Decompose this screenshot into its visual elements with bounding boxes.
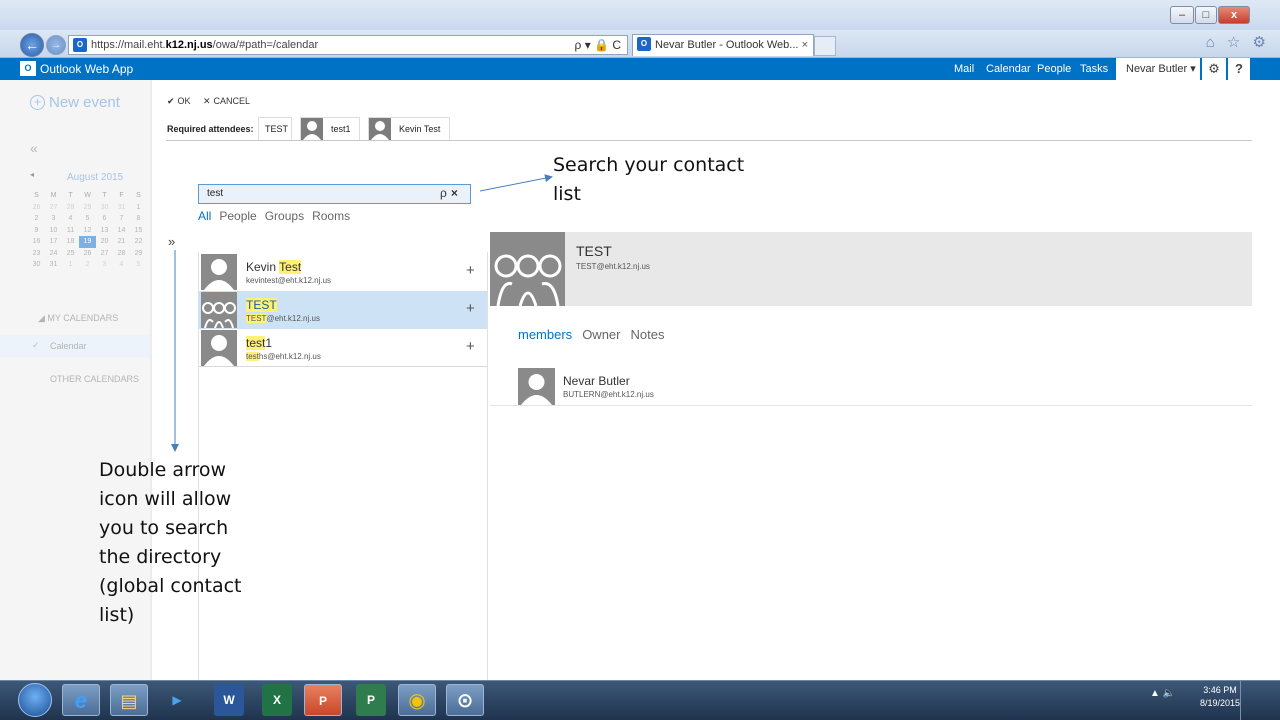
excel-icon[interactable]: X bbox=[262, 684, 292, 716]
powerpoint-icon[interactable]: P bbox=[304, 684, 342, 716]
annotation-directory-note: Double arrow icon will allow you to sear… bbox=[99, 459, 242, 626]
file-explorer-icon[interactable]: ▤ bbox=[110, 684, 148, 716]
annotation-arrow-search bbox=[479, 174, 553, 192]
clock[interactable]: 3:46 PM 8/19/2015 bbox=[1200, 684, 1240, 710]
publisher-icon[interactable]: P bbox=[356, 684, 386, 716]
outlook-task-icon[interactable]: ⊙ bbox=[446, 684, 484, 716]
chrome-icon[interactable]: ◉ bbox=[398, 684, 436, 716]
clock-date: 8/19/2015 bbox=[1200, 698, 1241, 708]
show-desktop-button[interactable] bbox=[1240, 681, 1252, 720]
annotation-search-note: Search your contact list bbox=[553, 154, 745, 205]
clock-time: 3:46 PM bbox=[1203, 685, 1237, 695]
media-player-icon[interactable]: ▶ bbox=[158, 684, 196, 716]
internet-explorer-icon[interactable]: e bbox=[62, 684, 100, 716]
word-icon[interactable]: W bbox=[214, 684, 244, 716]
system-tray-icons[interactable]: ▲ 🔈 bbox=[1150, 688, 1175, 699]
start-button[interactable] bbox=[18, 683, 52, 717]
